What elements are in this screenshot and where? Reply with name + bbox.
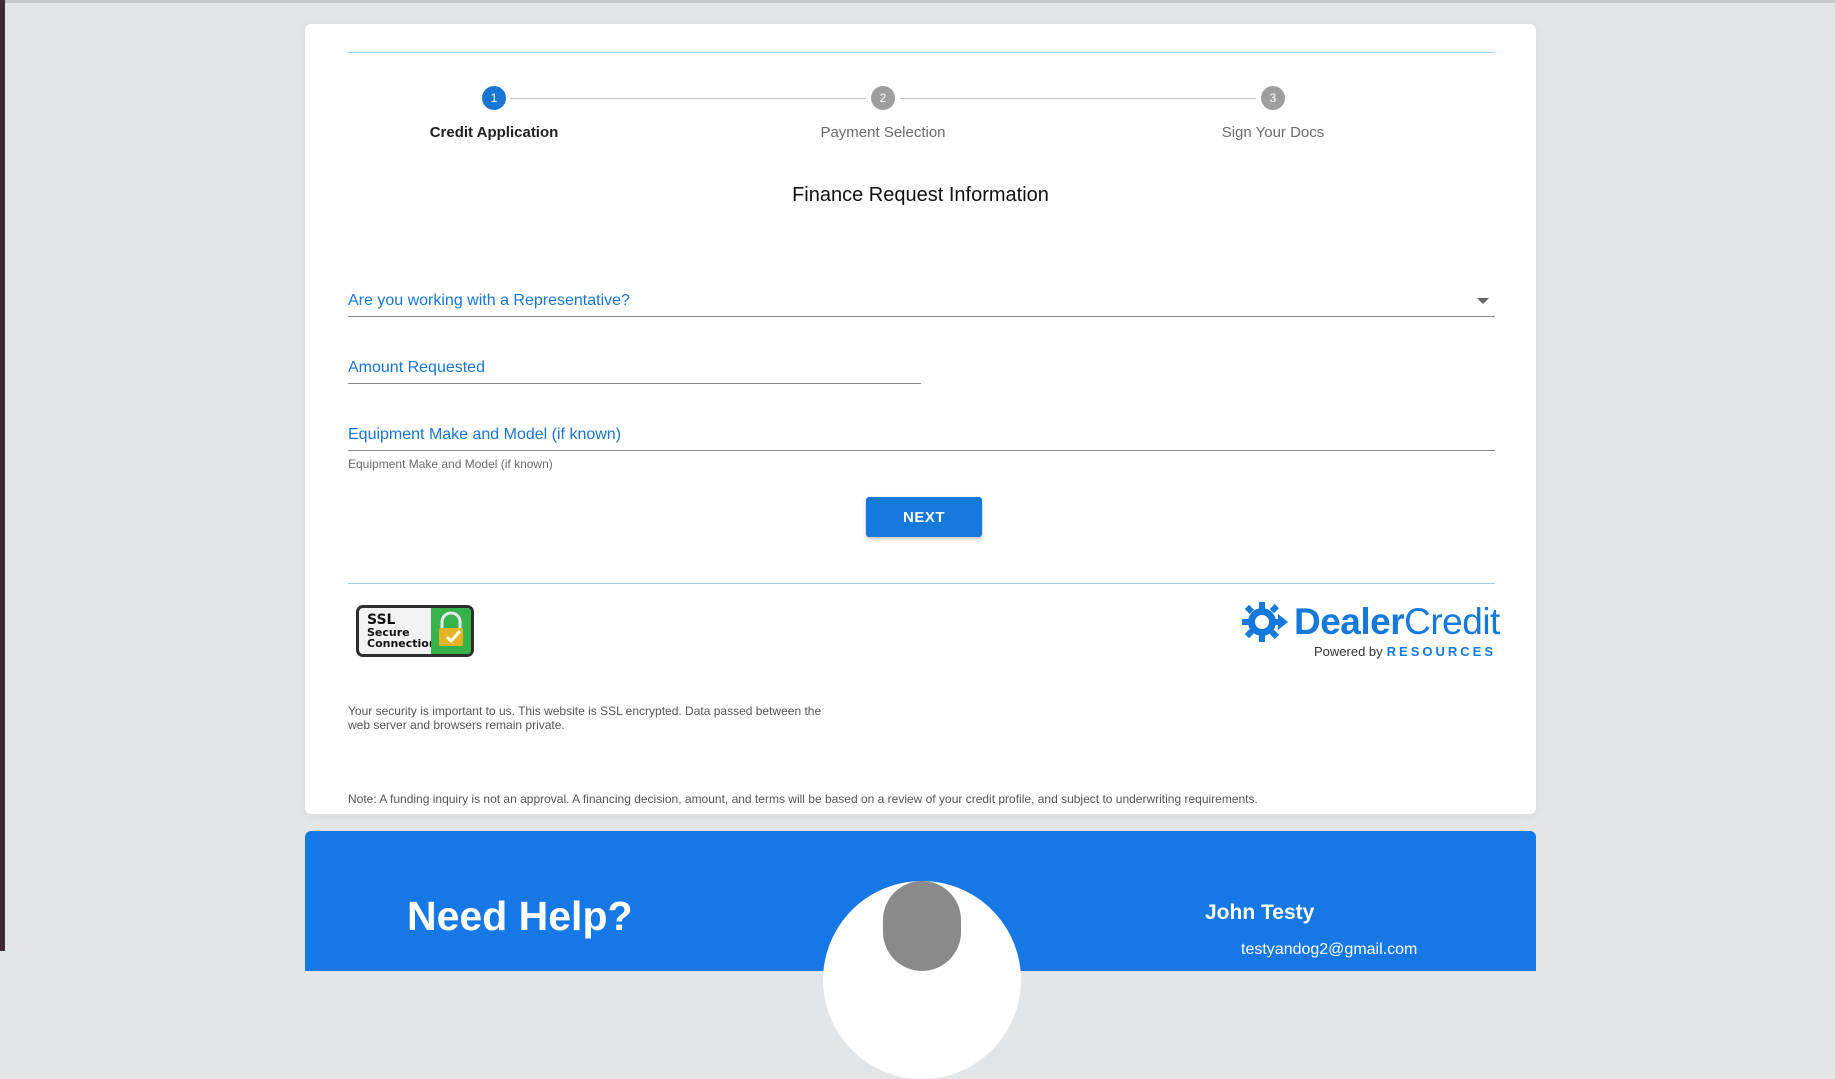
logo-wordmark-part1: Dealer: [1294, 601, 1405, 642]
representative-label: Are you working with a Representative?: [348, 292, 630, 309]
chevron-down-icon[interactable]: [1477, 298, 1489, 304]
step-label: Payment Selection: [820, 124, 946, 141]
security-notice: Your security is important to us. This w…: [348, 704, 822, 732]
representative-select[interactable]: Are you working with a Representative?: [348, 280, 1495, 317]
ssl-secure-badge: SSL Secure Connection: [356, 605, 474, 657]
ssl-badge-line1: SSL: [367, 612, 396, 628]
stepper: 1 Credit Application 2 Payment Selection…: [348, 86, 1495, 176]
top-divider: [348, 52, 1495, 53]
section-title: Finance Request Information: [792, 184, 1049, 206]
footer-divider: [348, 583, 1495, 584]
ssl-badge-line3: Connection: [367, 637, 437, 650]
help-panel: Need Help? John Testy testyandog2@gmail.…: [305, 831, 1536, 1079]
ssl-badge-text: SSL Secure Connection: [367, 613, 437, 649]
funding-note: Note: A funding inquiry is not an approv…: [348, 792, 1258, 806]
resources-text: RESOURCES: [1386, 644, 1497, 659]
step-payment-selection[interactable]: 2 Payment Selection: [763, 86, 1003, 141]
help-title: Need Help?: [407, 893, 633, 939]
step-number-badge: 1: [482, 86, 506, 110]
equipment-model-label: Equipment Make and Model (if known): [348, 426, 622, 443]
logo-tagline: Powered by RESOURCES: [1314, 644, 1496, 659]
step-label: Credit Application: [429, 124, 559, 141]
lock-icon: [431, 608, 471, 654]
application-card: 1 Credit Application 2 Payment Selection…: [305, 24, 1536, 814]
step-credit-application[interactable]: 1 Credit Application: [374, 86, 614, 141]
avatar-silhouette: [883, 881, 961, 971]
equipment-helper-text: Equipment Make and Model (if known): [348, 457, 553, 471]
rep-email[interactable]: testyandog2@gmail.com: [1241, 941, 1417, 959]
logo-wordmark-part2: Credit: [1404, 601, 1500, 642]
avatar: [823, 881, 1021, 1079]
step-sign-your-docs[interactable]: 3 Sign Your Docs: [1153, 86, 1393, 141]
browser-top-edge: [0, 0, 1835, 3]
step-number-badge: 2: [871, 86, 895, 110]
equipment-model-input[interactable]: Equipment Make and Model (if known): [348, 414, 1495, 451]
next-button[interactable]: NEXT: [866, 497, 982, 537]
amount-requested-input[interactable]: Amount Requested: [348, 347, 921, 384]
amount-requested-label: Amount Requested: [348, 359, 485, 376]
step-number-badge: 3: [1261, 86, 1285, 110]
rep-name: John Testy: [1205, 901, 1315, 924]
step-label: Sign Your Docs: [1221, 124, 1325, 141]
powered-by-text: Powered by: [1314, 644, 1383, 659]
window-left-edge: [0, 0, 5, 951]
logo-wordmark: DealerCredit: [1294, 600, 1500, 644]
dealercredit-logo: DealerCredit Powered by RESOURCES: [1242, 600, 1502, 660]
gear-icon: [1242, 602, 1288, 642]
